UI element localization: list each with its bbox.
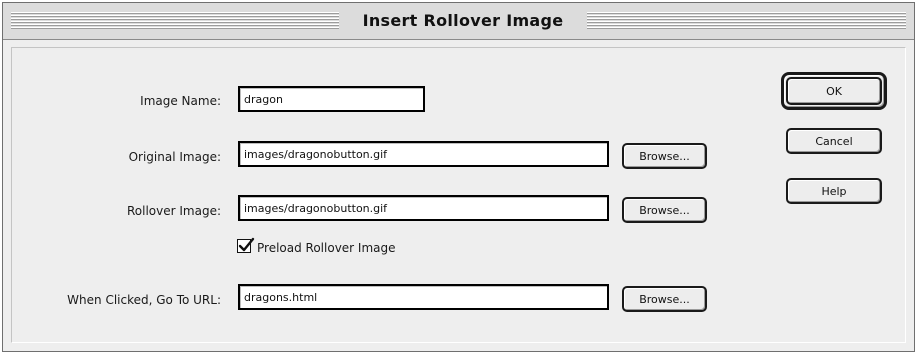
image-name-field[interactable] — [238, 86, 425, 112]
title-bar-stripes-left — [11, 12, 339, 30]
rollover-image-field[interactable] — [238, 195, 609, 221]
original-image-field[interactable] — [238, 141, 609, 167]
preload-rollover-label[interactable]: Preload Rollover Image — [257, 240, 396, 256]
dialog-title: Insert Rollover Image — [362, 11, 564, 30]
preload-rollover-checkbox[interactable] — [237, 237, 255, 253]
url-browse-button[interactable]: Browse... — [622, 286, 707, 312]
original-image-browse-button[interactable]: Browse... — [622, 143, 707, 169]
image-name-label: Image Name: — [140, 94, 221, 108]
original-image-label: Original Image: — [128, 150, 221, 164]
rollover-image-label: Rollover Image: — [126, 204, 221, 218]
help-button[interactable]: Help — [786, 178, 882, 204]
title-bar[interactable]: Insert Rollover Image — [3, 3, 914, 40]
url-field[interactable] — [238, 284, 609, 310]
ok-button[interactable]: OK — [786, 77, 882, 105]
title-bar-stripes-right — [587, 12, 906, 30]
cancel-button[interactable]: Cancel — [786, 128, 882, 154]
insert-rollover-image-dialog: Insert Rollover Image Image Name: Origin… — [2, 2, 915, 352]
url-label: When Clicked, Go To URL: — [67, 293, 221, 307]
checkmark-icon — [238, 237, 255, 252]
rollover-image-browse-button[interactable]: Browse... — [622, 197, 707, 223]
